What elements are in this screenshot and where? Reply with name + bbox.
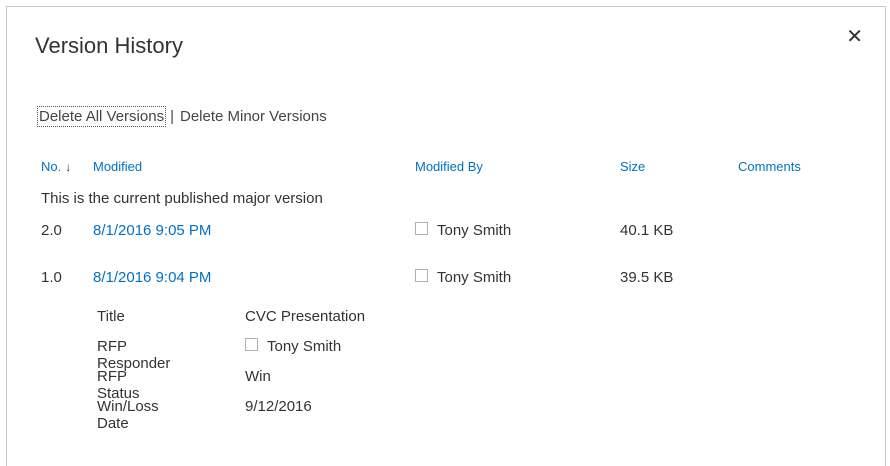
column-header-modified[interactable]: Modified [93,159,142,174]
presence-icon [245,338,258,351]
close-icon[interactable]: ✕ [846,27,863,47]
property-value: Win [245,368,271,385]
column-header-no-label: No. [41,159,62,174]
user-name: Tony Smith [437,222,512,239]
property-name: Win/Loss Date [97,398,159,432]
column-header-no[interactable]: No. ↓ [41,159,71,174]
delete-all-versions-link[interactable]: Delete All Versions [36,106,167,127]
version-actions: Delete All Versions | Delete Minor Version… [36,106,327,127]
version-history-dialog: Version History ✕ Delete All Versions | De… [6,6,886,466]
version-row: 2.0 8/1/2016 9:05 PM Tony Smith 40.1 KB [7,222,885,246]
property-name: Title [97,308,125,325]
column-header-comments[interactable]: Comments [738,159,801,174]
column-header-size[interactable]: Size [620,159,645,174]
property-name: RFP Status [97,368,140,402]
version-number: 2.0 [41,222,62,239]
delete-minor-versions-link[interactable]: Delete Minor Versions [180,108,327,125]
user-name: Tony Smith [267,338,342,355]
presence-icon [415,269,428,282]
property-value: 9/12/2016 [245,398,312,415]
version-modified-link[interactable]: 8/1/2016 9:04 PM [93,269,211,286]
version-number: 1.0 [41,269,62,286]
version-modified-by[interactable]: Tony Smith [415,269,511,286]
version-modified-by[interactable]: Tony Smith [415,222,511,239]
actions-separator: | [170,108,174,125]
version-size: 39.5 KB [620,269,674,286]
sort-down-icon: ↓ [65,160,72,174]
version-row: 1.0 8/1/2016 9:04 PM Tony Smith 39.5 KB [7,269,885,293]
property-value: CVC Presentation [245,308,366,325]
property-value-user[interactable]: Tony Smith [245,338,341,355]
user-name: Tony Smith [437,269,512,286]
column-header-modified-by[interactable]: Modified By [415,159,483,174]
dialog-title: Version History [35,33,183,58]
version-modified-link[interactable]: 8/1/2016 9:05 PM [93,222,211,239]
current-version-note: This is the current published major vers… [41,190,323,207]
presence-icon [415,222,428,235]
property-name: RFP Responder [97,338,171,372]
version-size: 40.1 KB [620,222,674,239]
